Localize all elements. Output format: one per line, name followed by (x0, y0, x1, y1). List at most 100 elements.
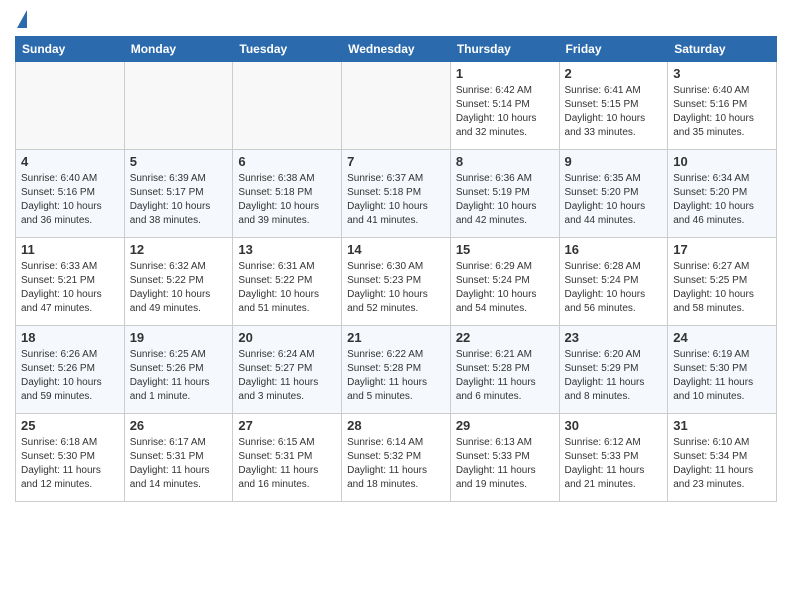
calendar-day-cell: 24 Sunrise: 6:19 AMSunset: 5:30 PMDayligh… (668, 326, 777, 414)
calendar-day-cell: 1Sunrise: 6:42 AMSunset: 5:14 PMDaylight… (450, 62, 559, 150)
day-number: 4 (21, 154, 119, 169)
day-info: Sunrise: 6:30 AMSunset: 5:23 PMDaylight:… (347, 260, 445, 316)
day-number: 25 (21, 418, 119, 433)
calendar-day-cell: 30 Sunrise: 6:12 AMSunset: 5:33 PMDayligh… (559, 414, 668, 502)
calendar-day-cell: 4 Sunrise: 6:40 AMSunset: 5:16 PMDaylight… (16, 150, 125, 238)
calendar-day-cell (124, 62, 233, 150)
calendar-day-cell: 23 Sunrise: 6:20 AMSunset: 5:29 PMDayligh… (559, 326, 668, 414)
day-info: Sunrise: 6:19 AMSunset: 5:30 PMDaylight:… (673, 348, 771, 404)
day-info: Sunrise: 6:12 AMSunset: 5:33 PMDaylight:… (565, 436, 663, 492)
day-info: Sunrise: 6:20 AMSunset: 5:29 PMDaylight:… (565, 348, 663, 404)
day-number: 22 (456, 330, 554, 345)
weekday-header-monday: Monday (124, 37, 233, 62)
day-info: Sunrise: 6:18 AMSunset: 5:30 PMDaylight:… (21, 436, 119, 492)
day-number: 2 (565, 66, 663, 81)
day-info: Sunrise: 6:29 AMSunset: 5:24 PMDaylight:… (456, 260, 554, 316)
day-info: Sunrise: 6:35 AMSunset: 5:20 PMDaylight:… (565, 172, 663, 228)
day-info: Sunrise: 6:37 AMSunset: 5:18 PMDaylight:… (347, 172, 445, 228)
day-info: Sunrise: 6:24 AMSunset: 5:27 PMDaylight:… (238, 348, 336, 404)
calendar-day-cell: 20 Sunrise: 6:24 AMSunset: 5:27 PMDayligh… (233, 326, 342, 414)
calendar-day-cell: 27Sunrise: 6:15 AMSunset: 5:31 PMDayligh… (233, 414, 342, 502)
calendar-day-cell: 13 Sunrise: 6:31 AMSunset: 5:22 PMDayligh… (233, 238, 342, 326)
weekday-header-wednesday: Wednesday (342, 37, 451, 62)
calendar-day-cell: 11 Sunrise: 6:33 AMSunset: 5:21 PMDayligh… (16, 238, 125, 326)
calendar-day-cell: 18Sunrise: 6:26 AMSunset: 5:26 PMDayligh… (16, 326, 125, 414)
calendar-day-cell: 12 Sunrise: 6:32 AMSunset: 5:22 PMDayligh… (124, 238, 233, 326)
day-number: 26 (130, 418, 228, 433)
day-info: Sunrise: 6:38 AMSunset: 5:18 PMDaylight:… (238, 172, 336, 228)
page: SundayMondayTuesdayWednesdayThursdayFrid… (0, 0, 792, 512)
day-info: Sunrise: 6:40 AMSunset: 5:16 PMDaylight:… (673, 84, 771, 140)
day-number: 16 (565, 242, 663, 257)
day-number: 6 (238, 154, 336, 169)
calendar-day-cell: 17Sunrise: 6:27 AMSunset: 5:25 PMDayligh… (668, 238, 777, 326)
logo-triangle-icon (17, 10, 27, 28)
day-number: 31 (673, 418, 771, 433)
calendar-day-cell: 3 Sunrise: 6:40 AMSunset: 5:16 PMDaylight… (668, 62, 777, 150)
calendar-day-cell: 25 Sunrise: 6:18 AMSunset: 5:30 PMDayligh… (16, 414, 125, 502)
day-number: 13 (238, 242, 336, 257)
calendar-day-cell: 26 Sunrise: 6:17 AMSunset: 5:31 PMDayligh… (124, 414, 233, 502)
day-number: 12 (130, 242, 228, 257)
day-number: 23 (565, 330, 663, 345)
day-info: Sunrise: 6:17 AMSunset: 5:31 PMDaylight:… (130, 436, 228, 492)
day-info: Sunrise: 6:40 AMSunset: 5:16 PMDaylight:… (21, 172, 119, 228)
weekday-header-sunday: Sunday (16, 37, 125, 62)
day-number: 3 (673, 66, 771, 81)
calendar-week-row: 4 Sunrise: 6:40 AMSunset: 5:16 PMDaylight… (16, 150, 777, 238)
calendar-day-cell: 10 Sunrise: 6:34 AMSunset: 5:20 PMDayligh… (668, 150, 777, 238)
calendar-day-cell: 29Sunrise: 6:13 AMSunset: 5:33 PMDayligh… (450, 414, 559, 502)
weekday-header-row: SundayMondayTuesdayWednesdayThursdayFrid… (16, 37, 777, 62)
day-info: Sunrise: 6:42 AMSunset: 5:14 PMDaylight:… (456, 84, 554, 140)
calendar-day-cell: 28 Sunrise: 6:14 AMSunset: 5:32 PMDayligh… (342, 414, 451, 502)
calendar-day-cell: 6 Sunrise: 6:38 AMSunset: 5:18 PMDaylight… (233, 150, 342, 238)
calendar-day-cell: 31 Sunrise: 6:10 AMSunset: 5:34 PMDayligh… (668, 414, 777, 502)
calendar-week-row: 25 Sunrise: 6:18 AMSunset: 5:30 PMDayligh… (16, 414, 777, 502)
calendar-day-cell (342, 62, 451, 150)
day-info: Sunrise: 6:13 AMSunset: 5:33 PMDaylight:… (456, 436, 554, 492)
day-info: Sunrise: 6:27 AMSunset: 5:25 PMDaylight:… (673, 260, 771, 316)
weekday-header-saturday: Saturday (668, 37, 777, 62)
day-number: 15 (456, 242, 554, 257)
calendar-day-cell (16, 62, 125, 150)
day-info: Sunrise: 6:25 AMSunset: 5:26 PMDaylight:… (130, 348, 228, 404)
day-number: 14 (347, 242, 445, 257)
day-number: 10 (673, 154, 771, 169)
day-number: 28 (347, 418, 445, 433)
calendar-day-cell: 2 Sunrise: 6:41 AMSunset: 5:15 PMDaylight… (559, 62, 668, 150)
day-info: Sunrise: 6:10 AMSunset: 5:34 PMDaylight:… (673, 436, 771, 492)
weekday-header-friday: Friday (559, 37, 668, 62)
logo (15, 10, 27, 28)
day-number: 21 (347, 330, 445, 345)
day-info: Sunrise: 6:34 AMSunset: 5:20 PMDaylight:… (673, 172, 771, 228)
day-info: Sunrise: 6:28 AMSunset: 5:24 PMDaylight:… (565, 260, 663, 316)
day-number: 27 (238, 418, 336, 433)
day-info: Sunrise: 6:22 AMSunset: 5:28 PMDaylight:… (347, 348, 445, 404)
day-number: 9 (565, 154, 663, 169)
day-number: 20 (238, 330, 336, 345)
day-number: 19 (130, 330, 228, 345)
weekday-header-tuesday: Tuesday (233, 37, 342, 62)
day-number: 24 (673, 330, 771, 345)
calendar-day-cell (233, 62, 342, 150)
day-number: 11 (21, 242, 119, 257)
day-number: 7 (347, 154, 445, 169)
calendar-week-row: 1Sunrise: 6:42 AMSunset: 5:14 PMDaylight… (16, 62, 777, 150)
day-info: Sunrise: 6:14 AMSunset: 5:32 PMDaylight:… (347, 436, 445, 492)
calendar-day-cell: 8Sunrise: 6:36 AMSunset: 5:19 PMDaylight… (450, 150, 559, 238)
day-info: Sunrise: 6:41 AMSunset: 5:15 PMDaylight:… (565, 84, 663, 140)
day-info: Sunrise: 6:32 AMSunset: 5:22 PMDaylight:… (130, 260, 228, 316)
day-number: 30 (565, 418, 663, 433)
calendar-day-cell: 5 Sunrise: 6:39 AMSunset: 5:17 PMDaylight… (124, 150, 233, 238)
day-number: 5 (130, 154, 228, 169)
calendar-day-cell: 19 Sunrise: 6:25 AMSunset: 5:26 PMDayligh… (124, 326, 233, 414)
day-number: 8 (456, 154, 554, 169)
calendar-week-row: 18Sunrise: 6:26 AMSunset: 5:26 PMDayligh… (16, 326, 777, 414)
day-info: Sunrise: 6:21 AMSunset: 5:28 PMDaylight:… (456, 348, 554, 404)
calendar-day-cell: 21 Sunrise: 6:22 AMSunset: 5:28 PMDayligh… (342, 326, 451, 414)
day-info: Sunrise: 6:39 AMSunset: 5:17 PMDaylight:… (130, 172, 228, 228)
header (15, 10, 777, 28)
day-info: Sunrise: 6:33 AMSunset: 5:21 PMDaylight:… (21, 260, 119, 316)
calendar-day-cell: 16 Sunrise: 6:28 AMSunset: 5:24 PMDayligh… (559, 238, 668, 326)
day-info: Sunrise: 6:31 AMSunset: 5:22 PMDaylight:… (238, 260, 336, 316)
